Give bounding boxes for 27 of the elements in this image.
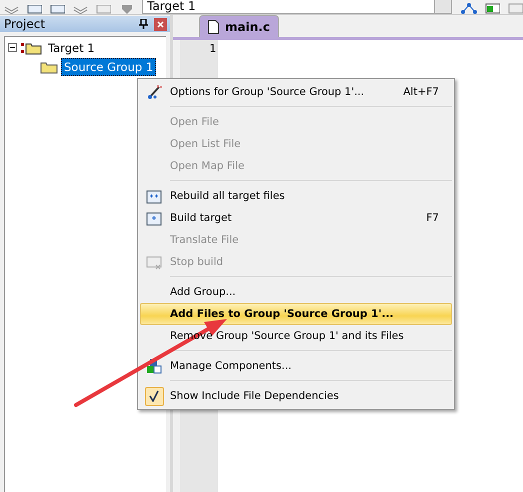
menu-item[interactable]: Build target F7 — [140, 207, 452, 229]
pin-icon[interactable] — [139, 19, 148, 29]
file-icon — [208, 20, 219, 34]
menu-item[interactable]: Show Include File Dependencies — [140, 385, 452, 407]
menu-item[interactable]: Manage Components... — [140, 355, 452, 377]
line-number: 1 — [208, 42, 216, 55]
target-select[interactable]: Target 1 — [142, 0, 452, 14]
folder-icon — [40, 60, 58, 74]
panel-title: Project — [4, 17, 46, 31]
menu-item[interactable]: Add Files to Group 'Source Group 1'... — [140, 303, 452, 325]
tree-item[interactable]: Source Group 1 — [61, 58, 156, 76]
menu-item[interactable]: Rebuild all target files — [140, 185, 452, 207]
build-icon — [146, 188, 162, 204]
tree-icon[interactable] — [460, 2, 477, 14]
menu-item[interactable]: Options for Group 'Source Group 1'... Alt+F7 — [140, 81, 452, 103]
build-icon — [146, 210, 162, 226]
wand-icon — [146, 84, 162, 100]
stop-build-icon — [146, 254, 162, 270]
layers-icon[interactable] — [4, 5, 20, 14]
window-icon[interactable] — [484, 3, 500, 14]
components-icon — [146, 358, 162, 374]
layers-icon[interactable] — [73, 5, 88, 14]
collapse-icon[interactable] — [8, 43, 17, 52]
menu-item[interactable]: Add Group... — [140, 281, 452, 303]
file-tab[interactable]: main.c — [199, 15, 279, 37]
tree-item[interactable]: Target 1 — [45, 38, 98, 56]
target-icon — [20, 40, 42, 54]
